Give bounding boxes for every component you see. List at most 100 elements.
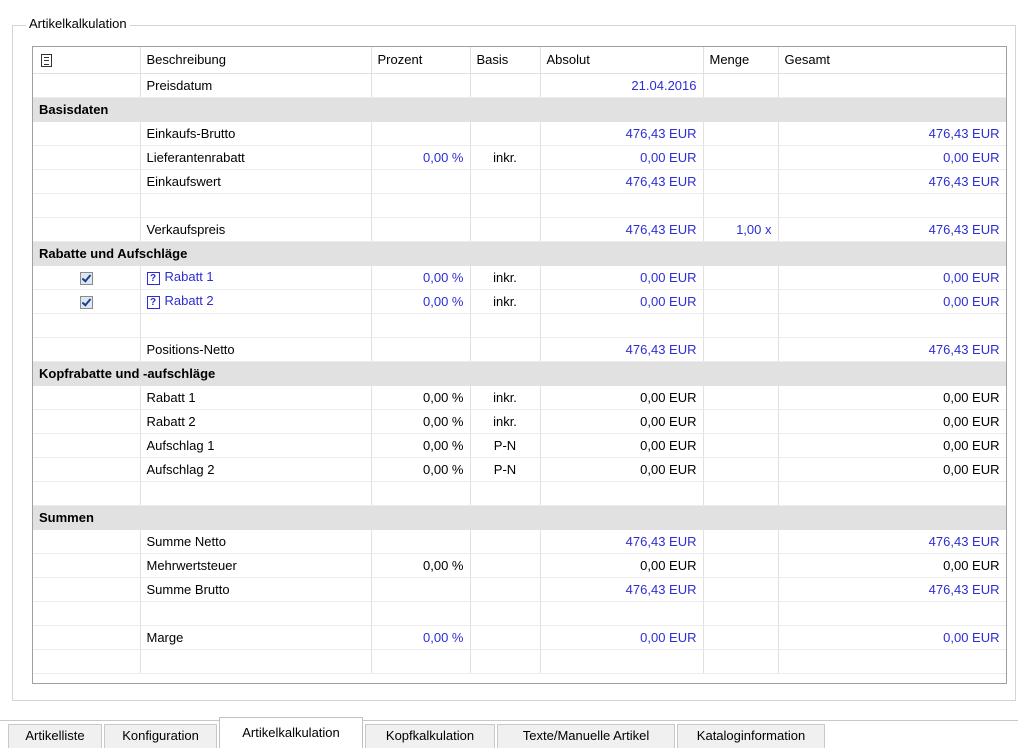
absolute-cell[interactable]: 0,00 EUR xyxy=(540,289,704,314)
total-cell[interactable]: 0,00 EUR xyxy=(778,553,1006,578)
header-menge[interactable]: Menge xyxy=(703,47,779,74)
quantity-cell[interactable]: 1,00 x xyxy=(703,217,779,242)
quantity-cell[interactable] xyxy=(703,73,779,98)
quantity-cell[interactable] xyxy=(703,457,779,482)
total-cell[interactable]: 0,00 EUR xyxy=(778,457,1006,482)
table-row[interactable]: Aufschlag 1 0,00 % P-N 0,00 EUR 0,00 EUR xyxy=(33,433,1006,458)
table-row[interactable]: ? Rabatt 1 0,00 % inkr. 0,00 EUR 0,00 EUR xyxy=(33,265,1006,290)
basis-cell[interactable] xyxy=(470,337,541,362)
quantity-cell[interactable] xyxy=(703,529,779,554)
quantity-cell[interactable] xyxy=(703,265,779,290)
basis-cell[interactable] xyxy=(470,217,541,242)
total-cell[interactable]: 0,00 EUR xyxy=(778,409,1006,434)
percent-cell[interactable]: 0,00 % xyxy=(371,385,471,410)
header-prozent[interactable]: Prozent xyxy=(371,47,471,74)
absolute-cell[interactable]: 0,00 EUR xyxy=(540,553,704,578)
section-header-row[interactable]: Rabatte und Aufschläge xyxy=(33,241,1006,266)
percent-cell[interactable] xyxy=(371,73,471,98)
quantity-cell[interactable] xyxy=(703,337,779,362)
header-basis[interactable]: Basis xyxy=(470,47,541,74)
tab-konfiguration[interactable]: Konfiguration xyxy=(104,724,217,748)
absolute-cell[interactable]: 0,00 EUR xyxy=(540,625,704,650)
percent-cell[interactable] xyxy=(371,529,471,554)
quantity-cell[interactable] xyxy=(703,145,779,170)
empty-row[interactable] xyxy=(33,313,1006,338)
total-cell[interactable]: 476,43 EUR xyxy=(778,577,1006,602)
table-row[interactable]: Positions-Netto 476,43 EUR 476,43 EUR xyxy=(33,337,1006,362)
total-cell[interactable]: 0,00 EUR xyxy=(778,433,1006,458)
basis-cell[interactable]: P-N xyxy=(470,457,541,482)
table-row[interactable]: Summe Brutto 476,43 EUR 476,43 EUR xyxy=(33,577,1006,602)
basis-cell[interactable] xyxy=(470,73,541,98)
absolute-cell[interactable]: 21.04.2016 xyxy=(540,73,704,98)
tab-kataloginformation[interactable]: Kataloginformation xyxy=(677,724,825,748)
table-row[interactable]: ? Rabatt 2 0,00 % inkr. 0,00 EUR 0,00 EUR xyxy=(33,289,1006,314)
header-gesamt[interactable]: Gesamt xyxy=(778,47,1006,74)
absolute-cell[interactable]: 0,00 EUR xyxy=(540,265,704,290)
section-header-row[interactable]: Kopfrabatte und -aufschläge xyxy=(33,361,1006,386)
quantity-cell[interactable] xyxy=(703,289,779,314)
percent-cell[interactable]: 0,00 % xyxy=(371,553,471,578)
help-icon[interactable]: ? xyxy=(146,271,160,285)
absolute-cell[interactable]: 476,43 EUR xyxy=(540,217,704,242)
basis-cell[interactable]: inkr. xyxy=(470,409,541,434)
basis-cell[interactable] xyxy=(470,529,541,554)
basis-cell[interactable] xyxy=(470,121,541,146)
list-icon[interactable] xyxy=(41,54,52,68)
basis-cell[interactable] xyxy=(470,577,541,602)
absolute-cell[interactable]: 0,00 EUR xyxy=(540,433,704,458)
section-header-row[interactable]: Summen xyxy=(33,505,1006,530)
absolute-cell[interactable]: 476,43 EUR xyxy=(540,337,704,362)
basis-cell[interactable]: inkr. xyxy=(470,145,541,170)
absolute-cell[interactable]: 0,00 EUR xyxy=(540,409,704,434)
total-cell[interactable]: 0,00 EUR xyxy=(778,265,1006,290)
percent-cell[interactable] xyxy=(371,169,471,194)
table-row[interactable]: Lieferantenrabatt 0,00 % inkr. 0,00 EUR 0,00… xyxy=(33,145,1006,170)
absolute-cell[interactable]: 0,00 EUR xyxy=(540,145,704,170)
table-row[interactable]: Summe Netto 476,43 EUR 476,43 EUR xyxy=(33,529,1006,554)
total-cell[interactable]: 0,00 EUR xyxy=(778,145,1006,170)
absolute-cell[interactable]: 0,00 EUR xyxy=(540,385,704,410)
description-cell[interactable]: ? Rabatt 2 xyxy=(140,289,372,314)
table-row[interactable]: Mehrwertsteuer 0,00 % 0,00 EUR 0,00 EUR xyxy=(33,553,1006,578)
quantity-cell[interactable] xyxy=(703,433,779,458)
absolute-cell[interactable]: 0,00 EUR xyxy=(540,457,704,482)
empty-row[interactable] xyxy=(33,481,1006,506)
percent-cell[interactable]: 0,00 % xyxy=(371,265,471,290)
basis-cell[interactable]: inkr. xyxy=(470,289,541,314)
empty-row[interactable] xyxy=(33,601,1006,626)
total-cell[interactable]: 0,00 EUR xyxy=(778,385,1006,410)
total-cell[interactable] xyxy=(778,73,1006,98)
help-icon[interactable]: ? xyxy=(146,295,160,309)
table-row[interactable]: Rabatt 1 0,00 % inkr. 0,00 EUR 0,00 EUR xyxy=(33,385,1006,410)
total-cell[interactable]: 0,00 EUR xyxy=(778,625,1006,650)
basis-cell[interactable] xyxy=(470,625,541,650)
quantity-cell[interactable] xyxy=(703,385,779,410)
absolute-cell[interactable]: 476,43 EUR xyxy=(540,577,704,602)
basis-cell[interactable]: inkr. xyxy=(470,385,541,410)
row-checkbox[interactable] xyxy=(79,271,93,285)
table-row[interactable]: Aufschlag 2 0,00 % P-N 0,00 EUR 0,00 EUR xyxy=(33,457,1006,482)
percent-cell[interactable] xyxy=(371,217,471,242)
total-cell[interactable]: 476,43 EUR xyxy=(778,121,1006,146)
total-cell[interactable]: 476,43 EUR xyxy=(778,217,1006,242)
quantity-cell[interactable] xyxy=(703,625,779,650)
percent-cell[interactable]: 0,00 % xyxy=(371,145,471,170)
table-row[interactable]: Einkaufs-Brutto 476,43 EUR 476,43 EUR xyxy=(33,121,1006,146)
quantity-cell[interactable] xyxy=(703,409,779,434)
percent-cell[interactable]: 0,00 % xyxy=(371,625,471,650)
tab-artikelkalkulation[interactable]: Artikelkalkulation xyxy=(219,717,363,748)
basis-cell[interactable] xyxy=(470,553,541,578)
table-row[interactable]: Rabatt 2 0,00 % inkr. 0,00 EUR 0,00 EUR xyxy=(33,409,1006,434)
basis-cell[interactable]: inkr. xyxy=(470,265,541,290)
total-cell[interactable]: 476,43 EUR xyxy=(778,337,1006,362)
tab-artikelliste[interactable]: Artikelliste xyxy=(8,724,102,748)
absolute-cell[interactable]: 476,43 EUR xyxy=(540,121,704,146)
table-row[interactable]: Verkaufspreis 476,43 EUR 1,00 x 476,43 EUR xyxy=(33,217,1006,242)
percent-cell[interactable]: 0,00 % xyxy=(371,289,471,314)
header-absolut[interactable]: Absolut xyxy=(540,47,704,74)
table-row[interactable]: Marge 0,00 % 0,00 EUR 0,00 EUR xyxy=(33,625,1006,650)
tab-kopfkalkulation[interactable]: Kopfkalkulation xyxy=(365,724,495,748)
empty-row[interactable] xyxy=(33,649,1006,674)
table-row[interactable]: Preisdatum 21.04.2016 xyxy=(33,73,1006,98)
